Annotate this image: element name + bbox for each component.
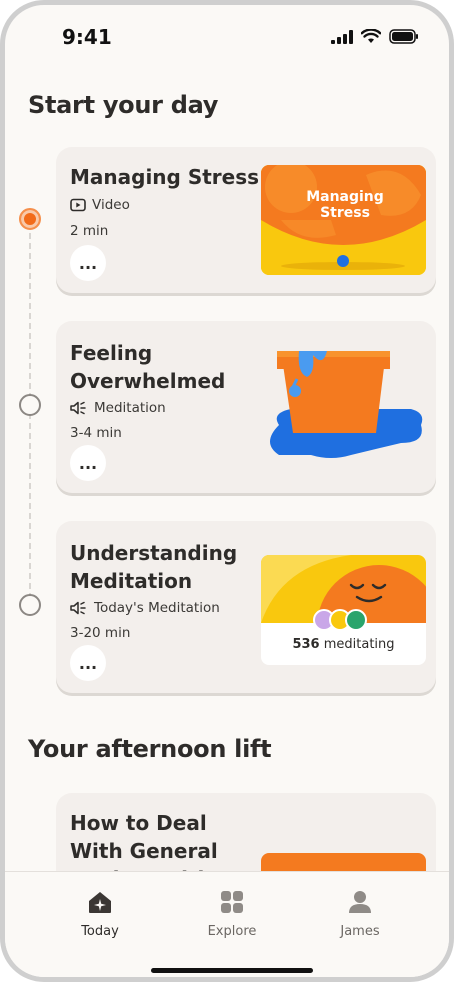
card-type: Video [70, 197, 130, 213]
status-icons [331, 29, 419, 44]
phone-frame: 9:41 Start your day Managing Stress Vide… [0, 0, 454, 982]
card-understanding-meditation[interactable]: Understanding Meditation Today's Meditat… [56, 521, 436, 693]
card-duration: 3-20 min [70, 625, 131, 641]
timeline-line [29, 223, 31, 609]
card-type: Meditation [70, 400, 166, 416]
tab-bar: Today Explore James [5, 871, 449, 977]
speaker-icon [70, 601, 86, 615]
tab-explore[interactable]: Explore [187, 890, 277, 939]
more-button[interactable]: ... [70, 645, 106, 681]
more-icon: ... [78, 453, 98, 473]
thumbnail-managing-stress[interactable]: Managing Stress [261, 165, 426, 275]
timeline-dot-active [19, 208, 41, 230]
meditating-count: 536 [292, 637, 320, 652]
card-title: Managing Stress [70, 165, 260, 189]
card-managing-stress[interactable]: Managing Stress Video 2 min ... Managing… [56, 147, 436, 293]
avatar [345, 609, 367, 631]
tab-james[interactable]: James [315, 890, 405, 939]
tab-label: James [340, 924, 380, 939]
avatar-group [313, 609, 373, 633]
meditating-count-label: 536 meditating [261, 637, 426, 652]
meditating-label: meditating [323, 637, 395, 652]
card-type-label: Video [92, 197, 130, 213]
tab-label: Today [81, 924, 119, 939]
thumbnail-understanding-meditation[interactable]: 536 meditating [261, 555, 426, 665]
card-feeling-overwhelmed[interactable]: Feeling Overwhelmed Meditation 3-4 min .… [56, 321, 436, 493]
status-time: 9:41 [62, 25, 112, 49]
status-bar: 9:41 [5, 5, 449, 65]
thumbnail-text: Managing Stress [306, 189, 384, 221]
tab-today[interactable]: Today [55, 890, 145, 939]
card-type-label: Meditation [94, 400, 166, 416]
home-icon [89, 892, 111, 913]
profile-icon [349, 891, 371, 913]
grid-icon [221, 891, 243, 913]
home-indicator [151, 968, 313, 973]
card-title: Understanding Meditation [70, 541, 238, 593]
more-icon: ... [78, 653, 98, 673]
bucket-illustration [270, 351, 423, 458]
section-heading-start-your-day: Start your day [28, 91, 219, 119]
tab-label: Explore [207, 924, 257, 939]
signal-icon [331, 29, 353, 44]
card-duration: 2 min [70, 223, 109, 239]
timeline-dot [19, 394, 41, 416]
more-button[interactable]: ... [70, 245, 106, 281]
timeline-dot [19, 594, 41, 616]
speaker-icon [70, 401, 86, 415]
battery-icon [389, 29, 418, 44]
section-heading-afternoon-lift: Your afternoon lift [28, 735, 272, 763]
more-button[interactable]: ... [70, 445, 106, 481]
card-type-label: Today's Meditation [94, 600, 220, 616]
card-type: Today's Meditation [70, 600, 220, 616]
more-icon: ... [78, 253, 98, 273]
wifi-icon [361, 29, 381, 43]
card-duration: 3-4 min [70, 425, 122, 441]
video-icon [70, 198, 86, 212]
card-title: Feeling Overwhelmed [70, 341, 226, 393]
thumbnail-feeling-overwhelmed[interactable] [261, 343, 431, 463]
